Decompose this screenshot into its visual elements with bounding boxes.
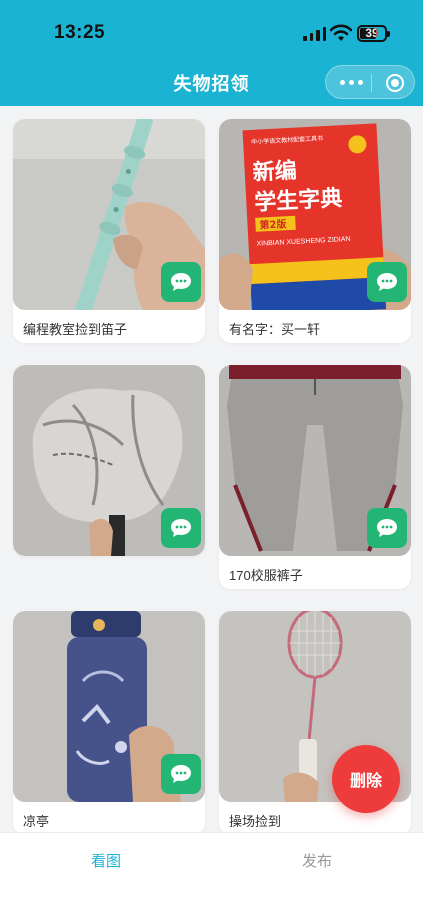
bottom-tab-bar: 看图 发布 bbox=[0, 832, 423, 920]
chat-bubble-icon bbox=[171, 765, 191, 783]
lost-item-card[interactable]: 编程教室捡到笛子 bbox=[13, 119, 205, 343]
chat-bubble-icon bbox=[377, 519, 397, 537]
tab-publish[interactable]: 发布 bbox=[257, 850, 377, 871]
app-header: 13:25 39 失物招领 bbox=[0, 0, 423, 106]
more-icon[interactable] bbox=[340, 80, 363, 85]
lost-item-card[interactable]: 170校服裤子 bbox=[219, 365, 411, 589]
miniprogram-capsule[interactable] bbox=[325, 65, 415, 99]
contact-chat-button[interactable] bbox=[161, 754, 201, 794]
item-caption: 凉亭 bbox=[23, 814, 50, 829]
item-caption: 有名字：买一轩 bbox=[229, 322, 321, 337]
cellular-signal-icon bbox=[303, 27, 326, 41]
contact-chat-button[interactable] bbox=[161, 262, 201, 302]
contact-chat-button[interactable] bbox=[367, 262, 407, 302]
battery-icon: 39 bbox=[357, 25, 390, 42]
item-caption: 170校服裤子 bbox=[229, 568, 303, 583]
item-caption: 编程教室捡到笛子 bbox=[23, 322, 128, 337]
battery-level: 39 bbox=[365, 26, 379, 40]
contact-chat-button[interactable] bbox=[367, 508, 407, 548]
tab-look-pictures[interactable]: 看图 bbox=[46, 850, 166, 871]
lost-item-card[interactable] bbox=[13, 365, 205, 556]
chat-bubble-icon bbox=[171, 273, 191, 291]
book-title-line1: 新编 bbox=[252, 158, 297, 186]
lost-item-card[interactable]: 中小学语文教材配套工具书 新编 学生字典 第2版 XINBIAN XUESHEN… bbox=[219, 119, 411, 343]
close-miniprogram-icon[interactable] bbox=[386, 74, 404, 92]
status-time: 13:25 bbox=[54, 22, 106, 43]
chat-bubble-icon bbox=[377, 273, 397, 291]
lost-item-card[interactable]: 凉亭 bbox=[13, 611, 205, 832]
chat-bubble-icon bbox=[171, 519, 191, 537]
lost-item-feed[interactable]: 编程教室捡到笛子 中小学语文教材配套工具书 新编 学生字典 第2版 XINBIA… bbox=[0, 106, 423, 832]
status-bar: 13:25 39 bbox=[0, 0, 423, 62]
book-title-line2: 学生字典 bbox=[254, 185, 343, 216]
contact-chat-button[interactable] bbox=[161, 508, 201, 548]
item-caption: 操场捡到 bbox=[229, 814, 282, 829]
delete-button[interactable]: 删除 bbox=[332, 745, 400, 813]
wifi-icon bbox=[330, 24, 352, 41]
capsule-divider bbox=[371, 74, 372, 92]
